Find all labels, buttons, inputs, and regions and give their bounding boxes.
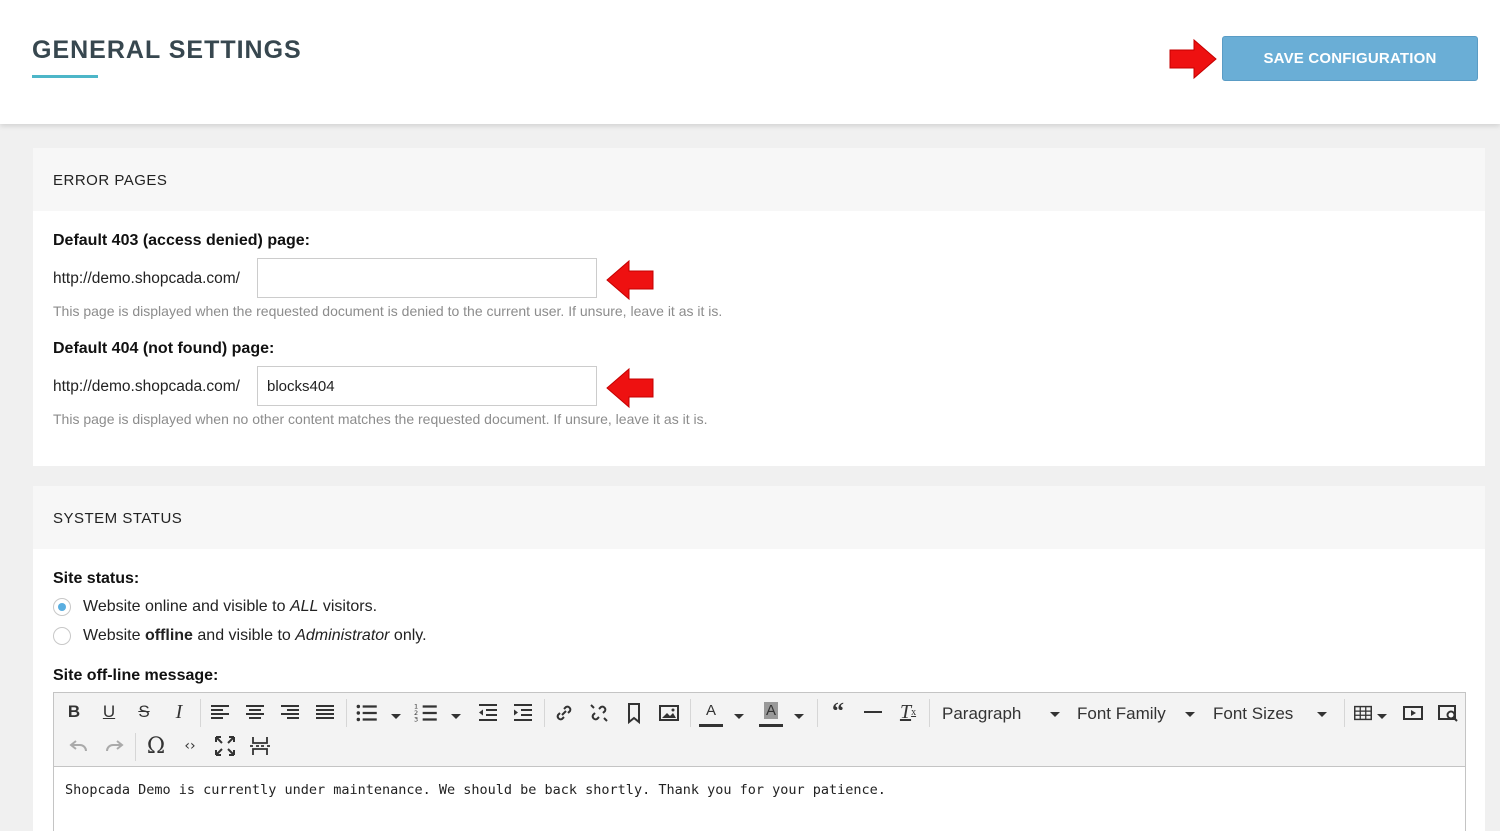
redo-icon[interactable] <box>102 732 126 760</box>
svg-text:3: 3 <box>414 716 418 724</box>
chevron-down-icon[interactable] <box>391 714 401 719</box>
page-404-url-prefix: http://demo.shopcada.com/ <box>53 378 240 395</box>
radio-option-offline[interactable]: Website offline and visible to Administr… <box>53 627 427 645</box>
toolbar-separator <box>135 733 136 761</box>
title-underline <box>32 75 98 78</box>
annotation-arrow-left-icon <box>606 259 654 301</box>
image-icon[interactable] <box>657 699 681 727</box>
radio-offline-label: Website offline and visible to Administr… <box>83 627 427 644</box>
chevron-down-icon[interactable] <box>451 714 461 719</box>
editor-toolbar: B U S I 123 A A “ T x Paragraph Font Fam… <box>54 693 1465 767</box>
italic-icon[interactable]: I <box>167 697 191 727</box>
site-status-label: Site status: <box>53 570 140 587</box>
numbered-list-icon[interactable]: 123 <box>414 699 440 727</box>
undo-icon[interactable] <box>67 732 91 760</box>
toolbar-separator <box>544 699 545 727</box>
horizontal-rule-icon[interactable] <box>861 699 885 727</box>
align-justify-icon[interactable] <box>313 699 337 727</box>
strikethrough-icon[interactable]: S <box>132 697 156 727</box>
error-pages-heading: ERROR PAGES <box>33 148 1485 211</box>
save-configuration-button[interactable]: SAVE CONFIGURATION <box>1222 36 1478 81</box>
chevron-down-icon <box>1317 711 1327 717</box>
bold-icon[interactable]: B <box>62 697 86 727</box>
clear-formatting-icon[interactable]: Tx <box>896 697 920 727</box>
page-404-help: This page is displayed when no other con… <box>53 411 708 427</box>
page-break-icon[interactable] <box>248 732 272 760</box>
radio-option-online[interactable]: Website online and visible to ALL visito… <box>53 598 377 616</box>
chevron-down-icon[interactable] <box>794 714 804 719</box>
font-family-dropdown[interactable]: Font Family <box>1077 699 1195 729</box>
page-403-input[interactable] <box>257 258 597 298</box>
page-title: GENERAL SETTINGS <box>32 36 302 64</box>
chevron-down-icon[interactable] <box>1377 714 1387 719</box>
format-dropdown[interactable]: Paragraph <box>942 699 1060 729</box>
chevron-down-icon <box>1050 711 1060 717</box>
fullscreen-icon[interactable] <box>213 732 237 760</box>
align-right-icon[interactable] <box>278 699 302 727</box>
font-size-dropdown[interactable]: Font Sizes <box>1213 699 1327 729</box>
table-icon[interactable] <box>1352 699 1374 727</box>
toolbar-separator <box>346 699 347 727</box>
bullet-list-icon[interactable] <box>354 699 380 727</box>
toolbar-separator <box>817 699 818 727</box>
offline-message-label: Site off-line message: <box>53 667 219 684</box>
toolbar-separator <box>690 699 691 727</box>
align-center-icon[interactable] <box>243 699 267 727</box>
page-header: GENERAL SETTINGS SAVE CONFIGURATION <box>0 0 1500 124</box>
blockquote-icon[interactable]: “ <box>826 697 850 727</box>
radio-online[interactable] <box>53 598 71 616</box>
source-code-icon[interactable]: ‹› <box>178 731 202 761</box>
system-status-heading: SYSTEM STATUS <box>33 486 1485 549</box>
annotation-arrow-right-icon <box>1169 38 1217 80</box>
align-left-icon[interactable] <box>208 699 232 727</box>
background-color-icon[interactable]: A <box>759 697 783 727</box>
error-pages-panel: ERROR PAGES Default 403 (access denied) … <box>33 148 1485 466</box>
bookmark-icon[interactable] <box>622 699 646 727</box>
link-icon[interactable] <box>552 699 576 727</box>
indent-icon[interactable] <box>511 699 535 727</box>
toolbar-separator <box>200 699 201 727</box>
underline-icon[interactable]: U <box>97 697 121 727</box>
page-403-help: This page is displayed when the requeste… <box>53 303 723 319</box>
page-404-input[interactable] <box>257 366 597 406</box>
preview-icon[interactable] <box>1436 699 1460 727</box>
page-404-label: Default 404 (not found) page: <box>53 340 275 357</box>
text-color-icon[interactable]: A <box>699 697 723 727</box>
unlink-icon[interactable] <box>587 699 611 727</box>
annotation-arrow-left-icon <box>606 367 654 409</box>
editor-content[interactable]: Shopcada Demo is currently under mainten… <box>54 767 1465 813</box>
media-icon[interactable] <box>1401 699 1425 727</box>
page-403-label: Default 403 (access denied) page: <box>53 232 310 249</box>
page-403-url-prefix: http://demo.shopcada.com/ <box>53 270 240 287</box>
toolbar-separator <box>1344 699 1345 727</box>
toolbar-separator <box>929 699 930 727</box>
rich-text-editor: B U S I 123 A A “ T x Paragraph Font Fam… <box>53 692 1466 831</box>
special-character-icon[interactable]: Ω <box>143 731 169 761</box>
chevron-down-icon <box>1185 711 1195 717</box>
radio-online-label: Website online and visible to ALL visito… <box>83 598 378 615</box>
outdent-icon[interactable] <box>476 699 500 727</box>
system-status-panel: SYSTEM STATUS Site status: Website onlin… <box>33 486 1485 831</box>
chevron-down-icon[interactable] <box>734 714 744 719</box>
radio-offline[interactable] <box>53 627 71 645</box>
